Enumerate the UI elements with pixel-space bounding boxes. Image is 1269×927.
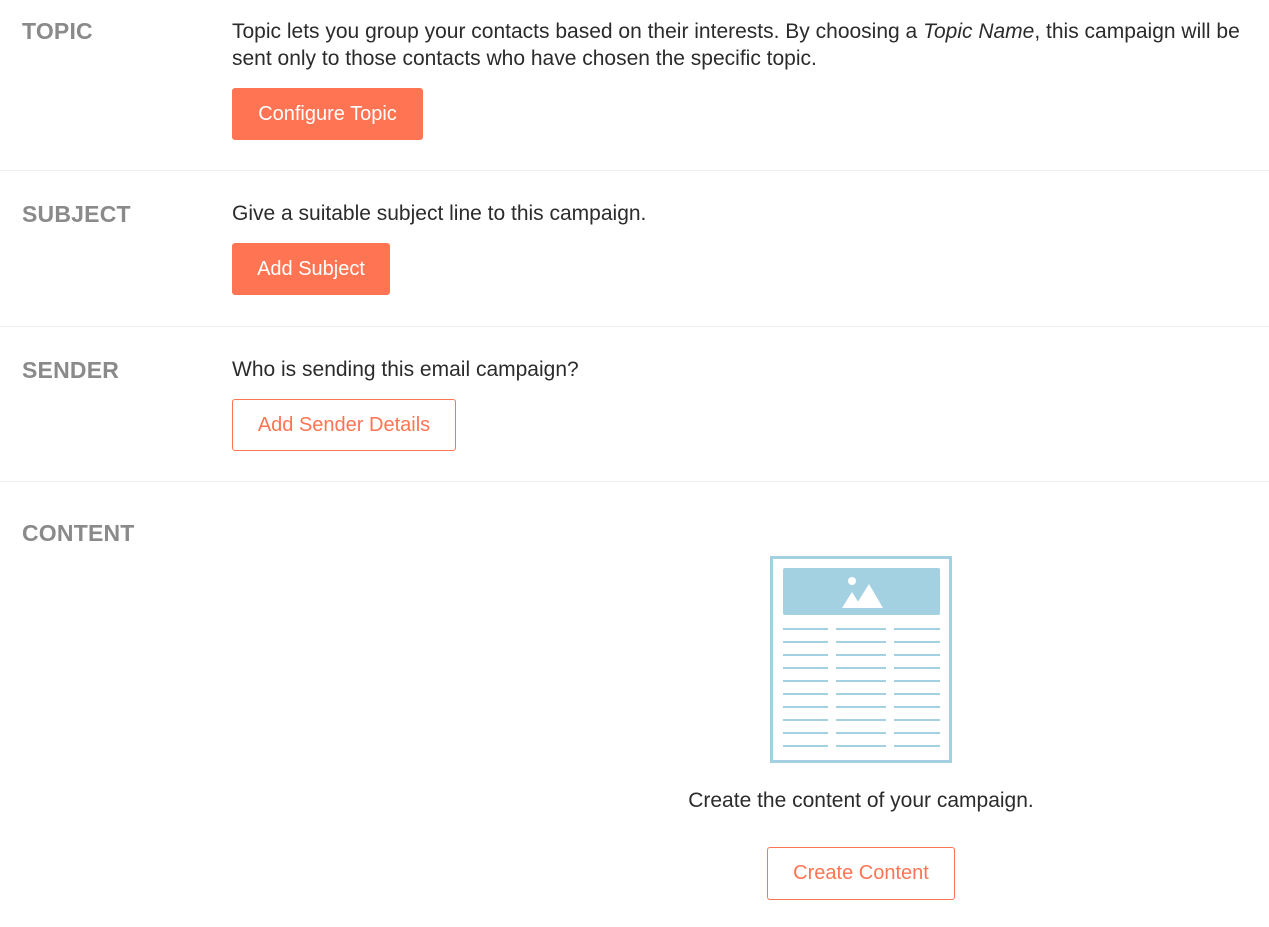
sender-description: Who is sending this email campaign?: [232, 358, 579, 381]
content-section: CONTENT: [0, 482, 1269, 927]
content-label: CONTENT: [22, 520, 135, 546]
email-template-icon: [770, 556, 952, 768]
topic-name-emphasis: Topic Name: [923, 20, 1035, 43]
add-subject-button[interactable]: Add Subject: [232, 243, 390, 295]
topic-label: TOPIC: [22, 18, 93, 44]
topic-description: Topic lets you group your contacts based…: [232, 18, 1269, 72]
sender-section: SENDER Who is sending this email campaig…: [0, 327, 1269, 482]
configure-topic-button[interactable]: Configure Topic: [232, 88, 423, 140]
subject-label: SUBJECT: [22, 201, 131, 227]
topic-description-text: Topic lets you group your contacts based…: [232, 20, 924, 43]
campaign-setup-page: TOPIC Topic lets you group your contacts…: [0, 0, 1269, 927]
subject-section: SUBJECT Give a suitable subject line to …: [0, 171, 1269, 327]
topic-section: TOPIC Topic lets you group your contacts…: [0, 0, 1269, 171]
content-description: Create the content of your campaign.: [688, 789, 1034, 812]
subject-description: Give a suitable subject line to this cam…: [232, 202, 647, 225]
sender-label: SENDER: [22, 357, 120, 383]
create-content-button[interactable]: Create Content: [767, 847, 955, 900]
add-sender-details-button[interactable]: Add Sender Details: [232, 399, 456, 451]
